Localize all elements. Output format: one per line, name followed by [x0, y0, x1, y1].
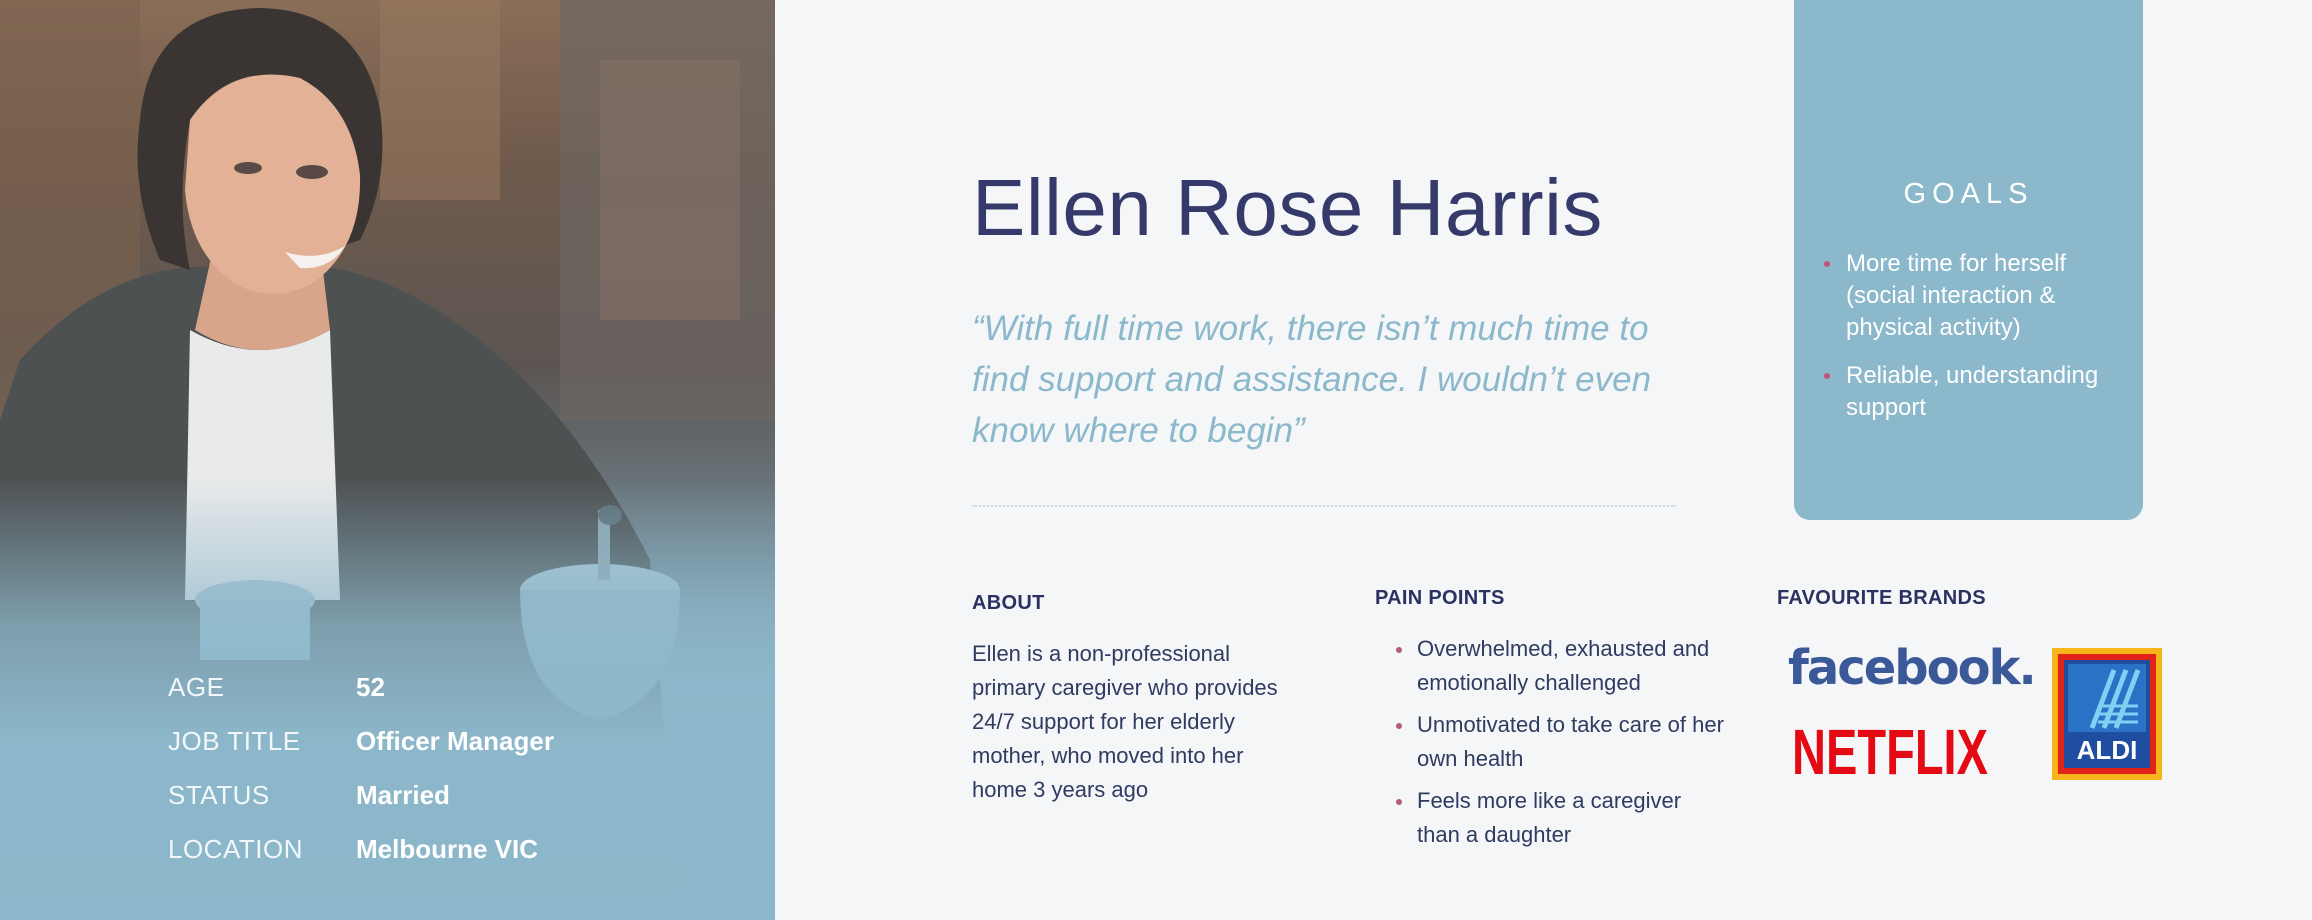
divider — [972, 505, 1676, 507]
favourite-brands-title: FAVOURITE BRANDS — [1777, 587, 1986, 609]
pain-point-item: Feels more like a caregiver than a daugh… — [1375, 784, 1730, 852]
goals-list: More time for herself (social interactio… — [1822, 248, 2132, 440]
about-title: ABOUT — [972, 592, 1045, 614]
goals-title: GOALS — [1903, 178, 2034, 210]
persona-photo-panel: AGE 52 JOB TITLE Officer Manager STATUS … — [0, 0, 775, 920]
fact-value: Officer Manager — [356, 725, 554, 756]
pain-point-item: Unmotivated to take care of her own heal… — [1375, 708, 1730, 776]
fact-location: LOCATION Melbourne VIC — [168, 822, 554, 876]
pain-points-list: Overwhelmed, exhausted and emotionally c… — [1375, 632, 1730, 860]
fact-status: STATUS Married — [168, 768, 554, 822]
fact-label: JOB TITLE — [168, 725, 301, 756]
persona-name: Ellen Rose Harris — [972, 163, 1603, 252]
goal-item: More time for herself (social interactio… — [1822, 248, 2132, 344]
fact-job-title: JOB TITLE Officer Manager — [168, 714, 554, 768]
fact-value: Married — [356, 779, 450, 810]
about-text: Ellen is a non-professional primary care… — [972, 641, 1278, 802]
persona-quote: “With full time work, there isn’t much t… — [972, 309, 1652, 450]
fact-label: STATUS — [168, 779, 270, 810]
facebook-logo: facebook. — [1788, 640, 2037, 696]
fact-label: AGE — [168, 671, 225, 702]
goals-card: GOALS More time for herself (social inte… — [1794, 0, 2143, 520]
fact-label: LOCATION — [168, 833, 303, 864]
pain-point-item: Overwhelmed, exhausted and emotionally c… — [1375, 632, 1730, 700]
fact-age: AGE 52 — [168, 660, 554, 714]
persona-facts: AGE 52 JOB TITLE Officer Manager STATUS … — [168, 660, 554, 876]
netflix-logo: NETFLIX — [1792, 716, 1988, 782]
fact-value: 52 — [356, 671, 385, 702]
netflix-logo-text: NETFLIX — [1792, 716, 1988, 782]
aldi-logo-text: ALDI — [2077, 735, 2138, 765]
aldi-logo: ALDI — [2052, 648, 2162, 780]
fact-value: Melbourne VIC — [356, 833, 539, 864]
pain-points-title: PAIN POINTS — [1375, 587, 1505, 609]
goal-item: Reliable, understanding support — [1822, 360, 2132, 424]
